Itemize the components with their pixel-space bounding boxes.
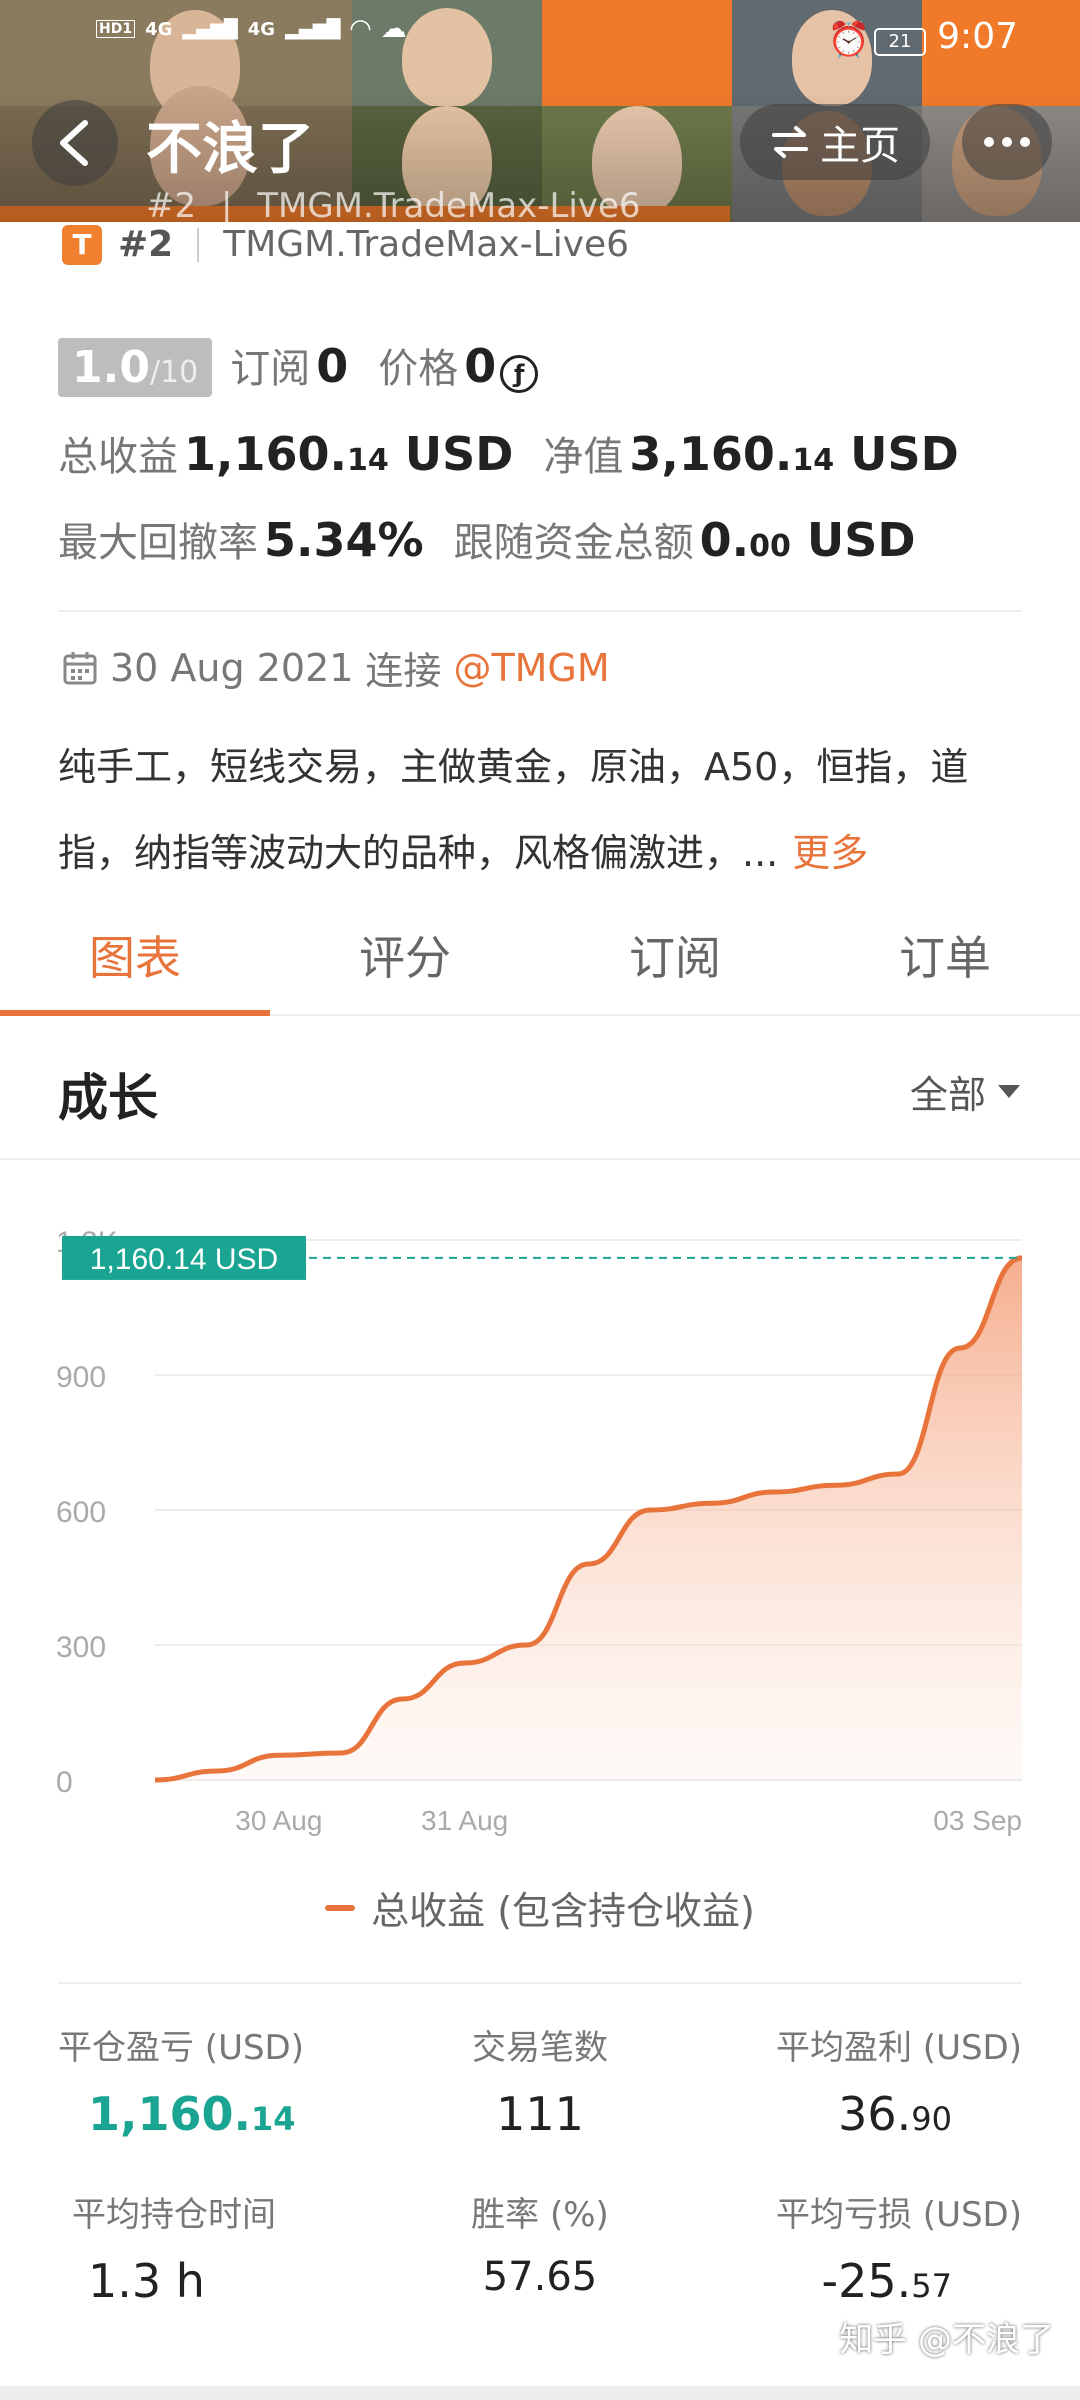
profit-row: 总收益 1,160.14 USD 净值 3,160.14 USD	[58, 424, 959, 482]
cloud-icon: ☁	[380, 14, 407, 44]
calendar-icon	[63, 651, 97, 684]
battery-indicator: 21	[874, 28, 926, 56]
series-area	[155, 1257, 1022, 1780]
range-label: 全部	[909, 1073, 986, 1117]
legend-swatch	[325, 1904, 356, 1911]
metrics-row: 平均持仓时间 1.3 h 胜率 (%) 57.65 平均亏损 (USD) -25…	[58, 2187, 1022, 2308]
follow-funds-label: 跟随资金总额	[453, 520, 694, 566]
divider	[58, 1982, 1022, 1984]
max-drawdown-label: 最大回撤率	[58, 520, 258, 566]
broker-link[interactable]: @TMGM	[453, 646, 609, 690]
signal-icon: ▂▄▆█	[285, 18, 341, 40]
hd-badge: HD1	[96, 20, 136, 38]
metric-avg-profit: 平均盈利 (USD) 36.90	[776, 2028, 1022, 2141]
page-title: 不浪了	[146, 117, 314, 182]
total-profit-value: 1,160.14 USD	[184, 427, 514, 481]
more-dot-icon	[1020, 137, 1030, 147]
network-type: 4G	[247, 18, 276, 40]
growth-chart-svg: 03006009001.2K30 Aug31 Aug03 Sep1,160.14…	[56, 1226, 1023, 1836]
equity-label: 净值	[543, 434, 624, 480]
follow-funds-value: 0.00 USD	[699, 513, 916, 567]
swap-icon	[772, 126, 808, 158]
score-row: 1.0/10 订阅 0 价格 0 ƒ	[58, 336, 539, 397]
price-value: 0	[464, 339, 497, 393]
legend-label: 总收益 (包含持仓收益)	[371, 1889, 755, 1933]
x-tick-label: 31 Aug	[421, 1805, 508, 1836]
metric-win-rate: 胜率 (%) 57.65	[471, 2195, 609, 2300]
tab-orders[interactable]: 订单	[810, 900, 1080, 1014]
wifi-icon: ◠	[350, 14, 371, 44]
description-line: 纯手工，短线交易，主做黄金，原油，A50，恒指，道	[58, 745, 969, 789]
more-dot-icon	[984, 137, 994, 147]
header-ghost-subtitle: #2 | TMGM.TradeMax-Live6	[146, 186, 641, 222]
signal-icon: ▂▄▆█	[182, 18, 238, 40]
metric-avg-hold: 平均持仓时间 1.3 h	[72, 2195, 276, 2308]
y-tick-label: 0	[56, 1766, 73, 1799]
more-options-button[interactable]	[962, 104, 1052, 180]
home-button[interactable]: 主页	[740, 104, 930, 180]
metrics-row: 平仓盈亏 (USD) 1,160.14 交易笔数 111 平均盈利 (USD) …	[58, 2020, 1022, 2141]
drawdown-row: 最大回撤率 5.34% 跟随资金总额 0.00 USD	[58, 510, 916, 568]
metrics-grid: 平仓盈亏 (USD) 1,160.14 交易笔数 111 平均盈利 (USD) …	[58, 2020, 1022, 2354]
x-tick-label: 03 Sep	[933, 1805, 1022, 1836]
divider	[58, 610, 1022, 612]
tab-subscription[interactable]: 订阅	[540, 900, 810, 1014]
max-drawdown-value: 5.34%	[264, 513, 424, 567]
current-value-label: 1,160.14 USD	[90, 1243, 278, 1276]
y-tick-label: 600	[56, 1496, 106, 1529]
home-label: 主页	[820, 123, 900, 169]
growth-section-header: 成长 全部	[0, 1016, 1080, 1160]
tab-rating[interactable]: 评分	[270, 900, 540, 1014]
connection-info: 30 Aug 2021 连接 @TMGM	[62, 640, 610, 695]
broker-logo-icon: T	[62, 224, 102, 265]
watermark: 知乎 @不浪了	[839, 2320, 1054, 2360]
server-name: TMGM.TradeMax-Live6	[223, 224, 630, 265]
section-title: 成长	[58, 1069, 158, 1127]
connect-word: 连接	[365, 649, 442, 693]
tab-bar: 图表 评分 订阅 订单	[0, 900, 1080, 1016]
chevron-left-icon	[60, 120, 88, 166]
chart-legend: 总收益 (包含持仓收益)	[0, 1880, 1080, 1935]
metric-trades: 交易笔数 111	[472, 2028, 608, 2141]
status-bar: HD1 4G ▂▄▆█ 4G ▂▄▆█ ◠ ☁ ⏰ 21 9:07	[0, 8, 1080, 72]
subscribe-count: 0	[316, 339, 349, 393]
more-dot-icon	[1002, 137, 1012, 147]
profile-banner: HD1 4G ▂▄▆█ 4G ▂▄▆█ ◠ ☁ ⏰ 21 9:07 #2 | T…	[0, 0, 1080, 222]
description-line: 指，纳指等波动大的品种，风格偏激进，... 更多	[58, 831, 869, 875]
strategy-description: 纯手工，短线交易，主做黄金，原油，A50，恒指，道 指，纳指等波动大的品种，风格…	[58, 724, 1038, 896]
metric-avg-loss: 平均亏损 (USD) -25.57	[776, 2195, 1022, 2308]
score-badge: 1.0/10	[58, 338, 213, 397]
price-label: 价格	[378, 346, 459, 392]
more-link[interactable]: 更多	[792, 831, 868, 875]
y-tick-label: 300	[56, 1631, 106, 1664]
connect-date: 30 Aug 2021	[110, 645, 354, 690]
rank-label: #2	[118, 224, 174, 265]
total-profit-label: 总收益	[58, 434, 178, 480]
y-tick-label: 900	[56, 1361, 106, 1394]
metric-closed-pl: 平仓盈亏 (USD) 1,160.14	[58, 2028, 304, 2141]
divider	[197, 227, 200, 262]
clock: 9:07	[937, 16, 1018, 57]
equity-value: 3,160.14 USD	[629, 427, 959, 481]
tab-chart[interactable]: 图表	[0, 900, 270, 1016]
range-dropdown[interactable]: 全部	[910, 1064, 1020, 1119]
bottom-edge	[0, 2386, 1080, 2400]
subscribe-label: 订阅	[230, 346, 311, 392]
caret-down-icon	[998, 1085, 1020, 1098]
coin-icon: ƒ	[500, 355, 539, 393]
alarm-icon: ⏰	[827, 20, 870, 60]
growth-chart: 03006009001.2K30 Aug31 Aug03 Sep1,160.14…	[0, 1160, 1080, 1930]
signal-indicators: HD1 4G ▂▄▆█ 4G ▂▄▆█ ◠ ☁	[96, 14, 406, 44]
back-button[interactable]	[32, 100, 118, 186]
x-tick-label: 30 Aug	[235, 1805, 322, 1836]
network-type: 4G	[145, 18, 173, 40]
account-line: T #2 TMGM.TradeMax-Live6	[62, 224, 629, 265]
